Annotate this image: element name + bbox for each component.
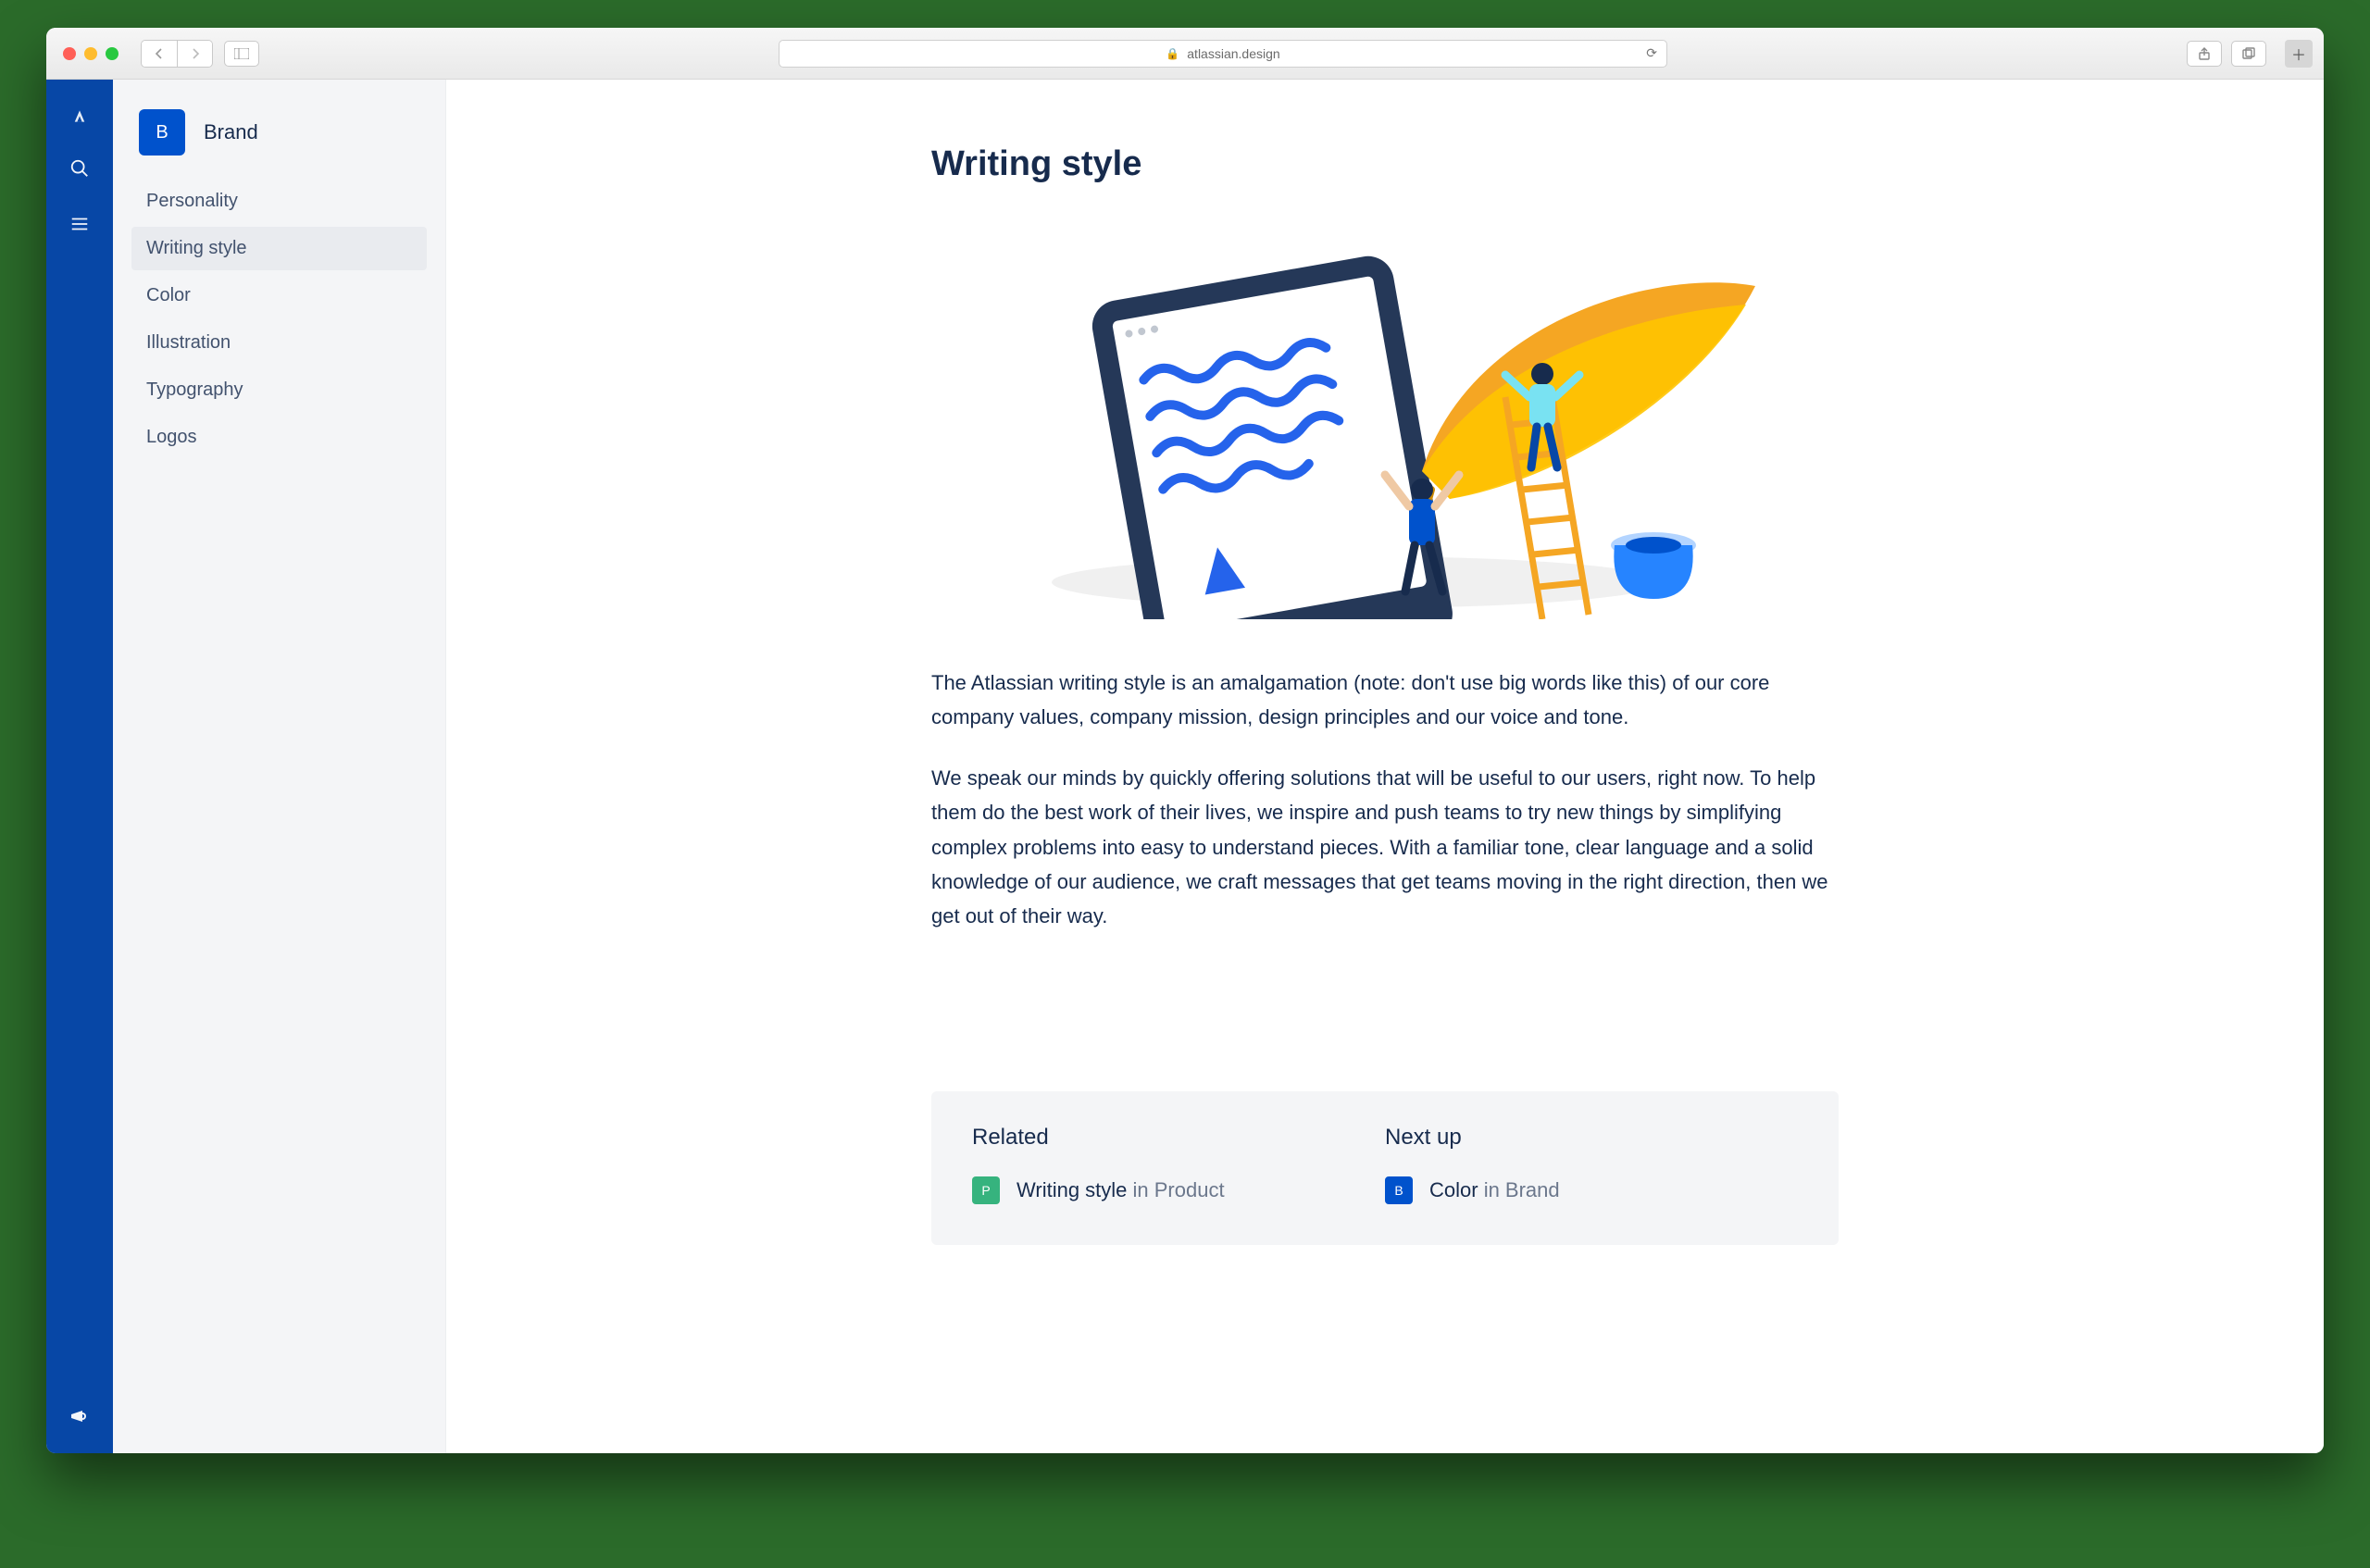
forward-button[interactable]: [177, 41, 212, 67]
section-sidebar: B Brand Personality Writing style Color …: [113, 80, 446, 1453]
nextup-link[interactable]: B Color in Brand: [1385, 1176, 1798, 1204]
atlassian-logo-icon[interactable]: [65, 98, 94, 128]
page-title: Writing style: [931, 144, 1839, 184]
nextup-link-suffix: in Brand: [1478, 1178, 1560, 1201]
lock-icon: 🔒: [1166, 47, 1179, 60]
nav-back-forward: [141, 40, 213, 68]
refresh-icon[interactable]: ⟳: [1646, 45, 1657, 61]
sidebar-toggle-button[interactable]: [224, 41, 259, 67]
sidebar-item-writing-style[interactable]: Writing style: [131, 227, 427, 270]
sidebar-header[interactable]: B Brand: [139, 109, 419, 156]
nextup-heading: Next up: [1385, 1125, 1798, 1151]
tabs-button[interactable]: [2231, 41, 2266, 67]
browser-chrome: 🔒 atlassian.design ⟳ ＋: [46, 28, 2324, 80]
window-zoom-icon[interactable]: [106, 47, 118, 60]
back-button[interactable]: [142, 41, 177, 67]
url-text: atlassian.design: [1187, 46, 1279, 61]
brand-badge: B: [139, 109, 185, 156]
new-tab-button[interactable]: ＋: [2285, 40, 2313, 68]
nextup-column: Next up B Color in Brand: [1385, 1125, 1798, 1204]
sidebar-item-typography[interactable]: Typography: [131, 368, 427, 412]
sidebar-title: Brand: [204, 120, 258, 144]
app-body: B Brand Personality Writing style Color …: [46, 80, 2324, 1453]
window-close-icon[interactable]: [63, 47, 76, 60]
search-icon[interactable]: [65, 154, 94, 183]
sidebar-item-color[interactable]: Color: [131, 274, 427, 317]
url-bar[interactable]: 🔒 atlassian.design ⟳: [779, 40, 1667, 68]
browser-window: 🔒 atlassian.design ⟳ ＋: [46, 28, 2324, 1453]
menu-icon[interactable]: [65, 209, 94, 239]
product-badge-icon: P: [972, 1176, 1000, 1204]
article-paragraph-2: We speak our minds by quickly offering s…: [931, 761, 1839, 934]
hero-illustration: [931, 212, 1839, 619]
sidebar-item-illustration[interactable]: Illustration: [131, 321, 427, 365]
feedback-icon[interactable]: [65, 1401, 94, 1431]
related-heading: Related: [972, 1125, 1385, 1151]
footer-links: Related P Writing style in Product Next …: [931, 1091, 1839, 1245]
window-minimize-icon[interactable]: [84, 47, 97, 60]
related-link-text: Writing style: [1017, 1178, 1127, 1201]
chrome-right-buttons: [2187, 41, 2266, 67]
share-button[interactable]: [2187, 41, 2222, 67]
writing-style-illustration-icon: [987, 212, 1783, 619]
related-link[interactable]: P Writing style in Product: [972, 1176, 1385, 1204]
sidebar-nav: Personality Writing style Color Illustra…: [131, 180, 427, 459]
related-link-suffix: in Product: [1127, 1178, 1224, 1201]
article-paragraph-1: The Atlassian writing style is an amalga…: [931, 666, 1839, 735]
global-rail: [46, 80, 113, 1453]
sidebar-item-logos[interactable]: Logos: [131, 416, 427, 459]
sidebar-item-personality[interactable]: Personality: [131, 180, 427, 223]
nextup-link-text: Color: [1429, 1178, 1478, 1201]
main-content: Writing style: [446, 80, 2324, 1453]
traffic-lights: [57, 47, 118, 60]
article: Writing style: [931, 144, 1839, 1245]
brand-badge-icon: B: [1385, 1176, 1413, 1204]
related-column: Related P Writing style in Product: [972, 1125, 1385, 1204]
